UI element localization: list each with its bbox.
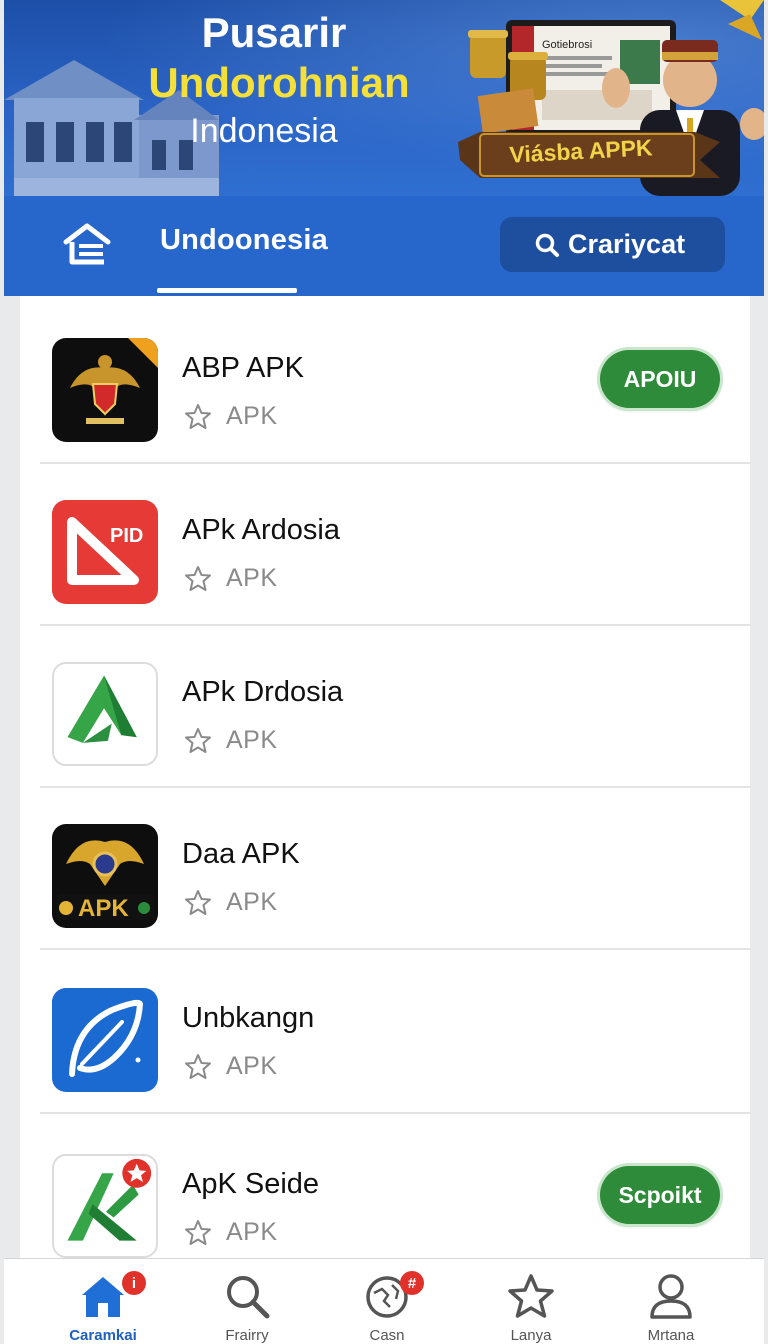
app-meta: APK bbox=[184, 888, 278, 917]
app-name: APk Drdosia bbox=[182, 676, 344, 708]
scpoikt-button[interactable]: Scpoikt bbox=[600, 1166, 720, 1224]
star-outline-icon bbox=[185, 565, 211, 591]
app-name: Unbkangn bbox=[182, 1002, 315, 1034]
bottom-nav-star[interactable]: Lanya bbox=[466, 1259, 596, 1344]
tab-undoonesia[interactable]: Undoonesia bbox=[160, 224, 328, 257]
bottom-nav-label: Casn bbox=[369, 1327, 405, 1344]
blue-leaf-icon bbox=[52, 988, 158, 1092]
notification-badge: i bbox=[122, 1271, 146, 1295]
apoiu-button[interactable]: APOIU bbox=[600, 350, 720, 408]
garuda-emblem-icon bbox=[52, 338, 158, 442]
green-triangle-icon bbox=[52, 662, 158, 766]
app-type-label: APK bbox=[226, 564, 278, 592]
app-type-label: APK bbox=[226, 1218, 278, 1246]
list-item[interactable]: Unbkangn APK bbox=[40, 952, 750, 1114]
star-outline-icon bbox=[185, 1219, 211, 1245]
svg-text:Gotiebrosi: Gotiebrosi bbox=[542, 39, 592, 51]
app-meta: APK bbox=[184, 1052, 278, 1081]
bottom-nav-home[interactable]: i Caramkai bbox=[38, 1259, 168, 1344]
app-meta: APK bbox=[184, 564, 278, 593]
app-meta: APK bbox=[184, 402, 278, 431]
red-pid-triangle-icon: PID bbox=[52, 500, 158, 604]
banner-title-line3: Indonesia bbox=[190, 112, 338, 150]
svg-text:APK: APK bbox=[78, 895, 129, 922]
list-item[interactable]: ABP APK APK APOIU bbox=[40, 302, 750, 464]
active-tab-indicator bbox=[157, 288, 297, 293]
bottom-nav-label: Frairry bbox=[225, 1327, 269, 1344]
bottom-nav-profile[interactable]: Mrtana bbox=[606, 1259, 736, 1344]
app-type-label: APK bbox=[226, 1052, 278, 1080]
svg-text:PID: PID bbox=[110, 525, 143, 547]
list-item[interactable]: APK Daa APK APK bbox=[40, 788, 750, 950]
bottom-nav-bar: i Caramkai Frairry # Casn Lanya Mrtana bbox=[4, 1258, 764, 1344]
banner-title-line1: Pusarir bbox=[201, 9, 347, 56]
green-x-star-icon bbox=[52, 1154, 158, 1258]
search-button[interactable]: Crariycat bbox=[500, 217, 725, 272]
bottom-nav-search[interactable]: Frairry bbox=[182, 1259, 312, 1344]
app-type-label: APK bbox=[226, 726, 278, 754]
star-icon bbox=[508, 1274, 554, 1318]
home-icon[interactable] bbox=[62, 222, 112, 266]
gold-garuda-apk-icon: APK bbox=[52, 824, 158, 928]
bottom-nav-label: Mrtana bbox=[647, 1327, 695, 1344]
app-name: ABP APK bbox=[182, 352, 304, 384]
app-meta: APK bbox=[184, 1218, 278, 1247]
bottom-nav-globe[interactable]: # Casn bbox=[322, 1259, 452, 1344]
search-icon bbox=[227, 1276, 270, 1319]
star-outline-icon bbox=[185, 403, 211, 429]
app-name: Daa APK bbox=[182, 838, 300, 870]
star-outline-icon bbox=[185, 889, 211, 915]
app-list: ABP APK APK APOIU PID APk Ardosia APK AP… bbox=[20, 296, 750, 1258]
list-item[interactable]: APk Drdosia APK bbox=[40, 626, 750, 788]
star-outline-icon bbox=[185, 727, 211, 753]
app-name: ApK Seide bbox=[182, 1168, 320, 1200]
promo-banner[interactable]: Pusarir Undorohnian Indonesia Gotiebrosi bbox=[4, 0, 764, 196]
app-meta: APK bbox=[184, 726, 278, 755]
home-icon bbox=[82, 1277, 124, 1317]
notification-badge: # bbox=[400, 1271, 424, 1295]
list-item[interactable]: PID APk Ardosia APK bbox=[40, 464, 750, 626]
search-icon bbox=[535, 233, 559, 257]
top-nav-bar: Undoonesia Crariycat bbox=[4, 196, 764, 296]
star-outline-icon bbox=[185, 1053, 211, 1079]
list-item[interactable]: ApK Seide APK Scpoikt bbox=[40, 1118, 750, 1258]
app-type-label: APK bbox=[226, 888, 278, 916]
app-name: APk Ardosia bbox=[182, 514, 340, 546]
profile-icon bbox=[650, 1274, 692, 1319]
banner-title: Pusarir Undorohnian Indonesia bbox=[4, 9, 524, 150]
app-type-label: APK bbox=[226, 402, 278, 430]
bottom-nav-label: Lanya bbox=[510, 1327, 552, 1344]
bottom-nav-label: Caramkai bbox=[69, 1327, 137, 1344]
search-button-label: Crariycat bbox=[568, 229, 686, 259]
